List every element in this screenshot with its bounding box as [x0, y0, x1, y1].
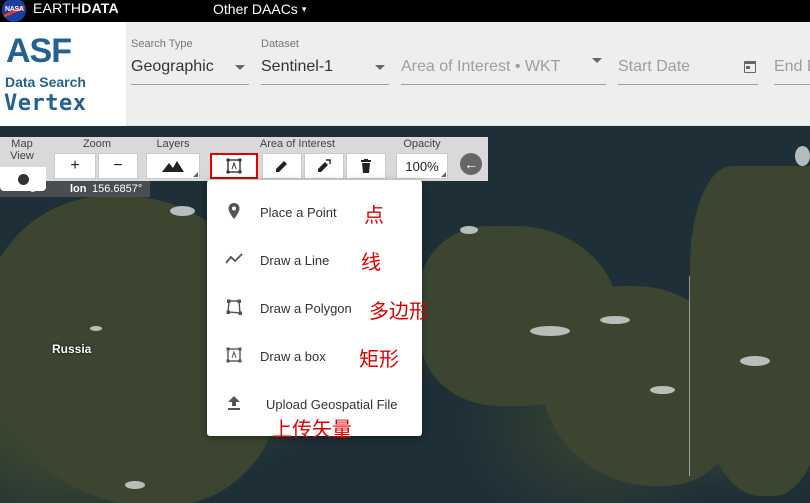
opacity-label: Opacity: [403, 138, 441, 150]
dropdown-arrow-icon: [375, 65, 385, 70]
snow-patch: [170, 206, 195, 216]
end-date-input[interactable]: End D: [774, 37, 810, 85]
asf-logo: ASF: [6, 32, 72, 70]
snow-patch: [125, 481, 145, 489]
layers-button[interactable]: [146, 153, 200, 179]
map-view-label: Map View: [10, 138, 34, 162]
start-date-input[interactable]: Start Date: [618, 37, 758, 85]
annotation-line: 线: [361, 250, 381, 274]
collapse-toolbar-button[interactable]: ←: [460, 153, 482, 175]
asf-logo-block[interactable]: ASF Data Search Vertex: [0, 22, 126, 126]
layers-label: Layers: [156, 138, 190, 150]
aoi-wkt-input[interactable]: Area of Interest • WKT: [401, 37, 606, 85]
polygon-icon: [226, 299, 242, 315]
pencil-shape-icon: [318, 159, 331, 172]
box-icon: [226, 158, 242, 174]
menu-item-place-point[interactable]: Place a Point: [207, 188, 422, 236]
app-header: ASF Data Search Vertex Search Type Geogr…: [0, 22, 810, 126]
earthdata-link[interactable]: EARTHDATA: [33, 0, 119, 16]
menu-item-draw-line[interactable]: Draw a Line: [207, 236, 422, 284]
snow-patch: [795, 146, 810, 166]
line-icon: [225, 253, 243, 264]
search-filters: Search Type Geographic Dataset Sentinel-…: [126, 22, 810, 126]
arrow-left-icon: ←: [464, 156, 478, 172]
draw-box-button[interactable]: [210, 153, 258, 179]
zoom-in-button[interactable]: +: [54, 153, 96, 179]
caret-down-icon: ▾: [301, 4, 307, 14]
snow-patch: [90, 326, 102, 331]
map-view-button[interactable]: [0, 167, 46, 191]
zoom-label: Zoom: [82, 138, 112, 150]
dropdown-arrow-icon: [592, 58, 602, 63]
place-icon: [228, 203, 240, 219]
vertex-logo-text: Vertex: [4, 91, 87, 116]
mountain-icon: [162, 161, 184, 172]
other-daacs-menu[interactable]: Other DAACs ▾: [213, 1, 306, 17]
annotation-point: 点: [364, 203, 384, 227]
clear-aoi-button[interactable]: [346, 153, 386, 179]
annotation-polygon: 多边形: [369, 299, 429, 323]
upload-icon: [228, 396, 240, 410]
annotation-upload: 上传矢量: [272, 417, 352, 441]
data-search-logo-text: Data Search: [5, 74, 86, 90]
earthdata-topbar: NASA EARTHDATA Other DAACs ▾: [0, 0, 810, 22]
opacity-button[interactable]: 100%: [396, 153, 448, 179]
map-label-russia: Russia: [52, 342, 92, 356]
map-toolbar: Map View Zoom + − Layers Area of Interes…: [0, 137, 488, 191]
snow-patch: [530, 326, 570, 336]
search-type-select[interactable]: Search Type Geographic: [131, 37, 249, 85]
edit-pencil-button[interactable]: [262, 153, 302, 179]
annotation-box: 矩形: [359, 347, 399, 371]
snow-patch: [600, 316, 630, 324]
globe-icon: [17, 173, 29, 185]
snow-patch: [650, 386, 675, 394]
dropdown-arrow-icon: [235, 65, 245, 70]
trash-icon: [361, 159, 371, 173]
calendar-icon[interactable]: [744, 61, 756, 73]
zoom-out-button[interactable]: −: [98, 153, 138, 179]
aoi-label: Area of Interest: [259, 138, 336, 150]
coastline: [689, 276, 690, 476]
dataset-select[interactable]: Dataset Sentinel-1: [261, 37, 389, 85]
snow-patch: [740, 356, 770, 366]
pencil-icon: [276, 161, 287, 172]
edit-shape-button[interactable]: [304, 153, 344, 179]
nasa-logo[interactable]: NASA: [2, 0, 26, 22]
box-icon: [226, 347, 242, 363]
snow-patch: [460, 226, 478, 234]
